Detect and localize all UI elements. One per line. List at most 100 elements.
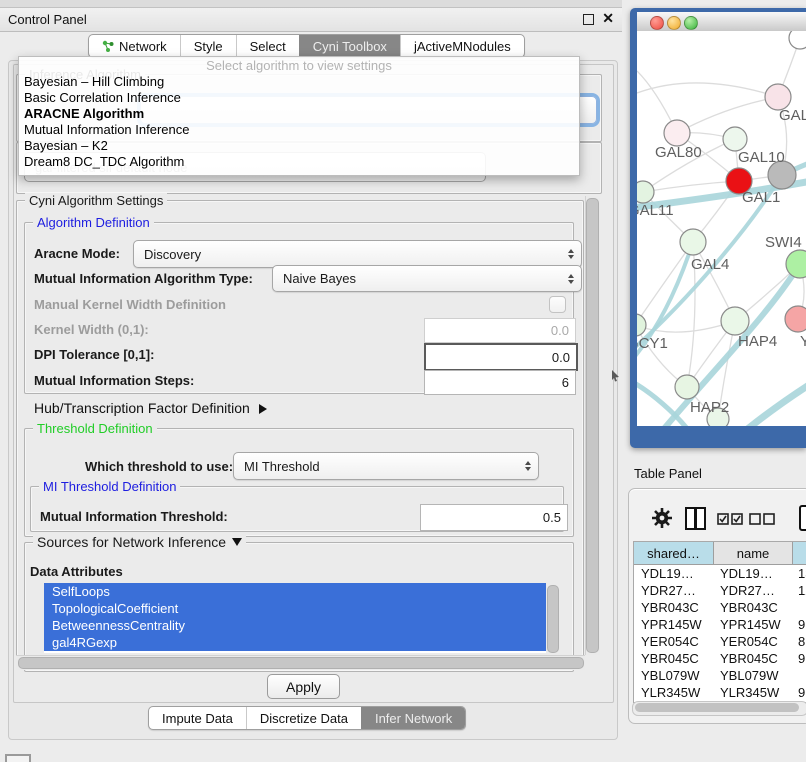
- network-node-pink-y[interactable]: [785, 306, 806, 332]
- bottom-tab-infer-network[interactable]: Infer Network: [361, 707, 465, 729]
- network-node-gal11[interactable]: [637, 181, 654, 203]
- h-scroll-thumb[interactable]: [18, 657, 584, 669]
- table-cell: YDL19…: [713, 566, 791, 581]
- close-traffic-light-icon[interactable]: [650, 16, 664, 30]
- network-label-node-hap4: HAP4: [738, 333, 777, 350]
- network-node-gal80[interactable]: [664, 120, 690, 146]
- kernel-width-field[interactable]: 0.0: [424, 318, 576, 343]
- table-row[interactable]: YBR043CYBR043C: [634, 599, 806, 616]
- stepper-arrows-icon: [568, 274, 574, 284]
- tab-label: jActiveMNodules: [414, 39, 511, 54]
- algorithm-option-mutual-information-inference[interactable]: Mutual Information Inference: [19, 122, 579, 138]
- docked-panel-icon[interactable]: [5, 754, 31, 762]
- network-window-titlebar[interactable]: [637, 12, 806, 32]
- network-node-gcy1[interactable]: [637, 314, 646, 336]
- table-cell: YER054C: [634, 634, 713, 649]
- algorithm-option-bayesian-k2[interactable]: Bayesian – K2: [19, 138, 579, 154]
- table-mode-icon[interactable]: [799, 505, 806, 531]
- tab-style[interactable]: Style: [180, 35, 236, 57]
- attr-list-scrollbar[interactable]: [547, 585, 559, 653]
- network-label-node-gcy1: GCY1: [637, 335, 668, 352]
- algorithm-option-aracne-algorithm[interactable]: ARACNE Algorithm: [19, 106, 579, 122]
- control-panel-title: Control Panel: [8, 12, 87, 27]
- mi-threshold-field[interactable]: 0.5: [420, 504, 568, 531]
- mi-steps-label: Mutual Information Steps:: [34, 373, 194, 388]
- hub-definition-expander[interactable]: Hub/Transcription Factor Definition: [34, 400, 267, 416]
- network-label-node-gal-x: GAL: [779, 107, 806, 124]
- network-node-top[interactable]: [789, 31, 806, 49]
- tab-network[interactable]: Network: [89, 35, 180, 57]
- aracne-mode-combo[interactable]: Discovery: [133, 240, 582, 268]
- algorithm-option-basic-correlation-inference[interactable]: Basic Correlation Inference: [19, 90, 579, 106]
- network-canvas[interactable]: GALGAL80GAL10GAL1GAL11SWI4GAL4GCY1HAP4YH…: [637, 31, 806, 426]
- algorithm-definition-title: Algorithm Definition: [33, 215, 154, 230]
- table-row[interactable]: YDL19…YDL19…13: [634, 565, 806, 582]
- column-header-shared[interactable]: shared…: [634, 542, 714, 564]
- table-cell: YBL079W: [634, 668, 713, 683]
- checked-columns-icon[interactable]: [717, 513, 743, 525]
- network-node-hap4[interactable]: [721, 307, 749, 335]
- column-header-name[interactable]: name: [714, 542, 793, 564]
- mi-steps-field[interactable]: 6: [424, 370, 576, 395]
- table-cell: 13: [791, 566, 806, 581]
- v-scroll-thumb[interactable]: [586, 198, 599, 653]
- attribute-item-selfloops[interactable]: SelfLoops: [44, 583, 546, 600]
- table-row[interactable]: YDR27…YDR27…12: [634, 582, 806, 599]
- table-row[interactable]: YBL079WYBL079W: [634, 667, 806, 684]
- tab-label: Style: [194, 39, 223, 54]
- aracne-mode-label: Aracne Mode:: [34, 246, 120, 261]
- unchecked-columns-icon[interactable]: [749, 513, 775, 525]
- table-row[interactable]: YPR145WYPR145W9.: [634, 616, 806, 633]
- algorithm-option-dream8-dc-tdc-algorithm[interactable]: Dream8 DC_TDC Algorithm: [19, 154, 579, 170]
- bottom-tab-bar: Impute DataDiscretize DataInfer Network: [148, 706, 466, 730]
- network-window: GALGAL80GAL10GAL1GAL11SWI4GAL4GCY1HAP4YH…: [630, 8, 806, 448]
- which-threshold-label: Which threshold to use:: [85, 459, 233, 474]
- network-svg: GALGAL80GAL10GAL1GAL11SWI4GAL4GCY1HAP4YH…: [637, 31, 806, 426]
- tab-label: Network: [119, 39, 167, 54]
- table-row[interactable]: YLR345WYLR345W9.: [634, 684, 806, 701]
- bottom-tab-discretize-data[interactable]: Discretize Data: [246, 707, 361, 729]
- table-cell: 8.: [791, 634, 806, 649]
- stepper-arrows-icon: [568, 249, 574, 259]
- table-cell: YPR145W: [634, 617, 713, 632]
- network-label-node-hap2: HAP2: [690, 399, 729, 416]
- minimize-traffic-light-icon[interactable]: [667, 16, 681, 30]
- dpi-tolerance-field[interactable]: 0.0: [424, 343, 578, 371]
- algorithm-option-bayesian-hill-climbing[interactable]: Bayesian – Hill Climbing: [19, 74, 579, 90]
- column-header-a[interactable]: A: [793, 542, 806, 564]
- sources-title[interactable]: Sources for Network Inference: [33, 535, 246, 550]
- network-node-hap2[interactable]: [675, 375, 699, 399]
- network-node-gal10[interactable]: [723, 127, 747, 151]
- attribute-item-topologicalcoefficient[interactable]: TopologicalCoefficient: [44, 600, 546, 617]
- float-window-icon[interactable]: [583, 14, 594, 25]
- control-panel-titlebar: Control Panel ✕: [0, 8, 622, 32]
- dpi-tolerance-label: DPI Tolerance [0,1]:: [34, 347, 154, 362]
- network-node-gal4[interactable]: [680, 229, 706, 255]
- table-h-scroll-track[interactable]: [632, 701, 806, 716]
- mi-threshold-group-title: MI Threshold Definition: [39, 479, 180, 494]
- gear-icon[interactable]: [651, 507, 673, 529]
- manual-kernel-checkbox[interactable]: [549, 296, 566, 313]
- tab-jactivemnodules[interactable]: jActiveMNodules: [400, 35, 524, 57]
- apply-button[interactable]: Apply: [267, 674, 340, 699]
- close-icon[interactable]: ✕: [602, 10, 614, 27]
- tab-select[interactable]: Select: [236, 35, 299, 57]
- network-label-node-gal1: GAL1: [742, 189, 780, 206]
- table-row[interactable]: YBR045CYBR045C9.: [634, 650, 806, 667]
- bottom-tab-impute-data[interactable]: Impute Data: [149, 707, 246, 729]
- data-attributes-label: Data Attributes: [30, 564, 123, 579]
- mi-type-combo[interactable]: Naive Bayes: [272, 265, 582, 292]
- zoom-traffic-light-icon[interactable]: [684, 16, 698, 30]
- attribute-item-gal4rgexp[interactable]: gal4RGexp: [44, 634, 546, 651]
- dpi-tolerance-value: 0.0: [552, 350, 570, 365]
- split-columns-icon[interactable]: [685, 507, 706, 530]
- expander-arrow-icon: [259, 404, 267, 414]
- table-panel-title: Table Panel: [634, 466, 702, 481]
- which-threshold-combo[interactable]: MI Threshold: [233, 452, 539, 480]
- table-header-row: shared…nameA: [634, 542, 806, 565]
- attribute-item-betweennesscentrality[interactable]: BetweennessCentrality: [44, 617, 546, 634]
- table-row[interactable]: YER054CYER054C8.: [634, 633, 806, 650]
- table-panel: shared…nameA YDL19…YDL19…13YDR27…YDR27…1…: [628, 488, 806, 724]
- table-h-scroll-thumb[interactable]: [635, 703, 799, 712]
- tab-cyni-toolbox[interactable]: Cyni Toolbox: [299, 35, 400, 57]
